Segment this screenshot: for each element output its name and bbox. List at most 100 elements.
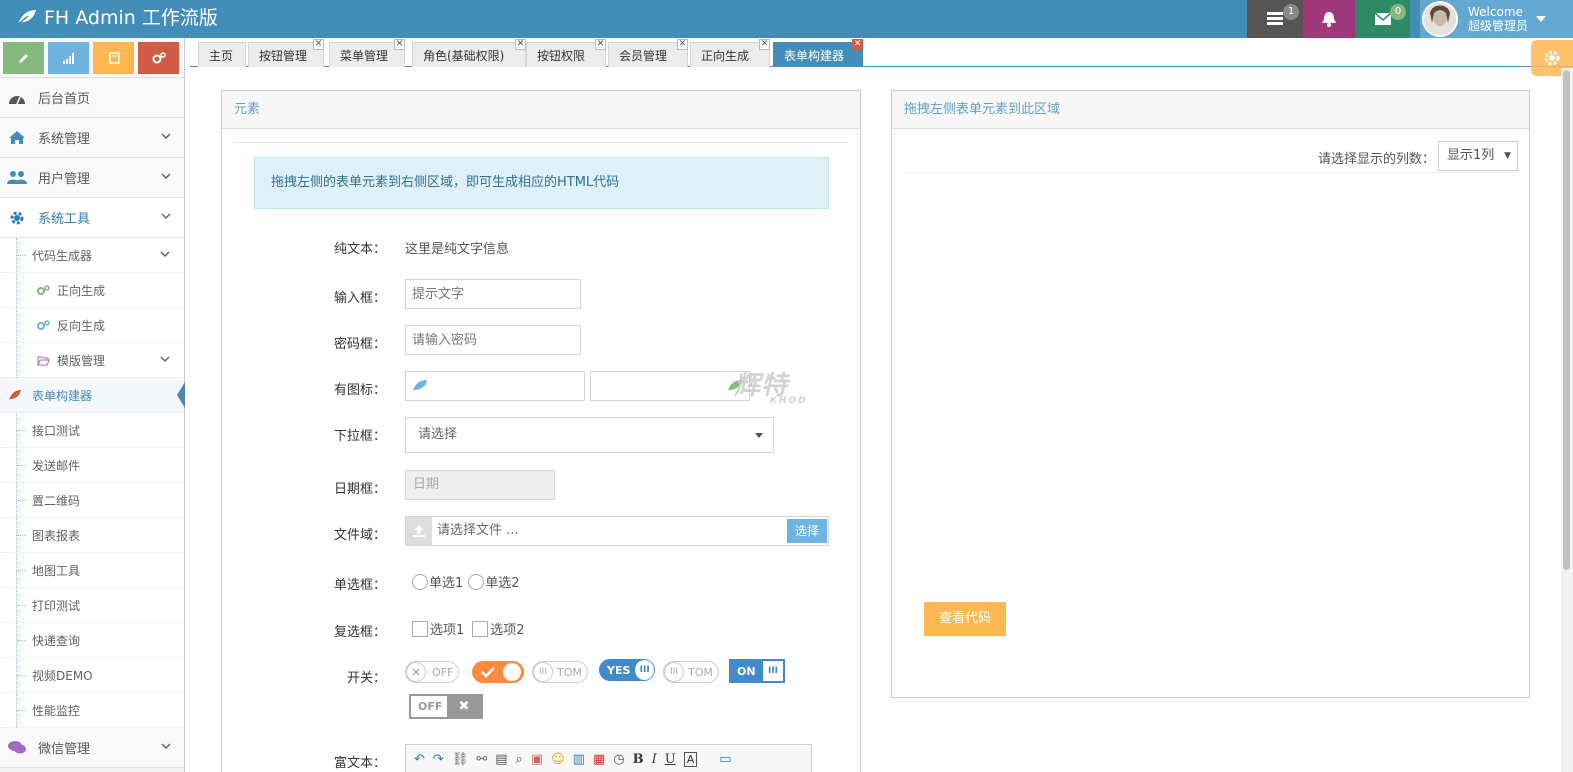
- source-icon[interactable]: ▭: [719, 752, 731, 767]
- sidebar-item-form-builder[interactable]: 表单构建器: [0, 378, 185, 413]
- sidebar-item-print[interactable]: 打印测试: [0, 588, 184, 623]
- sidebar-shortcuts: [0, 38, 184, 78]
- sidebar-item-video[interactable]: 视频DEMO: [0, 658, 184, 693]
- select-dropdown[interactable]: 请选择: [405, 417, 774, 453]
- text-input[interactable]: [405, 279, 581, 309]
- tasks-button[interactable]: 1: [1247, 0, 1303, 38]
- pencil-icon: [18, 52, 30, 64]
- chevron-down-icon: [161, 133, 171, 140]
- close-icon[interactable]: ✕: [515, 39, 526, 50]
- cogs-icon: [152, 52, 166, 64]
- comments-icon: [7, 740, 27, 755]
- calendar-icon[interactable]: ▦: [593, 752, 605, 767]
- radio-option-2[interactable]: [468, 573, 485, 590]
- shortcut-chart-button[interactable]: [48, 42, 89, 74]
- redo-icon[interactable]: ↷: [433, 752, 444, 767]
- film-icon[interactable]: ▥: [573, 752, 585, 767]
- sidebar-item-map[interactable]: 地图工具: [0, 553, 184, 588]
- tab-form-builder[interactable]: 表单构建器 ✕: [773, 39, 863, 67]
- sidebar-item-express[interactable]: 快递查询: [0, 623, 184, 658]
- close-icon[interactable]: ✕: [313, 39, 324, 50]
- close-icon[interactable]: ✕: [677, 39, 688, 50]
- image-icon[interactable]: ▣: [531, 752, 543, 767]
- emoji-icon[interactable]: ☺: [551, 752, 565, 767]
- switch-off-1[interactable]: ✕ OFF: [405, 661, 459, 683]
- sidebar-item-system[interactable]: 系统管理: [0, 118, 184, 158]
- switch-on-check[interactable]: [472, 661, 524, 683]
- switch-off-square[interactable]: OFF ✖: [409, 694, 483, 719]
- switch-off-2[interactable]: III TOM: [532, 661, 588, 683]
- switch-text: ON: [737, 664, 756, 678]
- unlink-icon[interactable]: ⚯: [476, 752, 487, 767]
- sidebar-item-codegen[interactable]: 代码生成器: [0, 238, 184, 273]
- switch-yes[interactable]: YES III: [599, 659, 655, 681]
- messages-button[interactable]: 0: [1355, 0, 1410, 38]
- columns-label: 请选择显示的列数：: [1318, 152, 1436, 167]
- italic-icon[interactable]: I: [652, 752, 657, 767]
- close-icon[interactable]: ✕: [394, 39, 405, 50]
- checkbox-option-1[interactable]: [412, 620, 428, 637]
- bold-icon[interactable]: B: [633, 752, 644, 767]
- tab-button-perm[interactable]: 按钮权限 ✕: [526, 39, 606, 67]
- tab-menu-mgmt[interactable]: 菜单管理 ✕: [329, 39, 405, 67]
- tab-members[interactable]: 会员管理 ✕: [608, 39, 688, 67]
- app-title: FH Admin 工作流版: [44, 7, 218, 29]
- icon-input-right[interactable]: [590, 371, 750, 401]
- font-color-icon[interactable]: A: [683, 751, 698, 767]
- date-input[interactable]: 日期: [405, 470, 555, 500]
- sidebar-item-wechat[interactable]: 微信管理: [0, 728, 184, 768]
- tab-home[interactable]: 主页: [198, 42, 246, 67]
- password-input[interactable]: [405, 325, 581, 355]
- radio-option-1[interactable]: [412, 573, 428, 590]
- sidebar-item-forward-gen[interactable]: 正向生成: [0, 273, 184, 308]
- close-icon[interactable]: ✕: [852, 39, 863, 50]
- tab-label: 正向生成: [701, 48, 750, 63]
- link-icon[interactable]: ⛓: [452, 752, 469, 767]
- sidebar-item-perf[interactable]: 性能监控: [0, 693, 184, 728]
- undo-icon[interactable]: ↶: [414, 752, 425, 767]
- tab-forward-gen[interactable]: 正向生成 ✕: [690, 39, 770, 67]
- columns-select[interactable]: 显示1列 ▼: [1438, 141, 1518, 171]
- sidebar-item-home[interactable]: 后台首页: [0, 78, 184, 118]
- print-icon[interactable]: ▤: [495, 752, 507, 767]
- sidebar-item-reverse-gen[interactable]: 反向生成: [0, 308, 184, 343]
- user-welcome: Welcome: [1468, 5, 1523, 19]
- brand[interactable]: FH Admin 工作流版: [16, 3, 218, 30]
- switch-text: TOM: [688, 665, 713, 679]
- clock-icon[interactable]: ◷: [613, 752, 624, 767]
- file-input[interactable]: 请选择文件 ... 选择: [405, 516, 829, 546]
- shortcut-edit-button[interactable]: [3, 42, 44, 74]
- sidebar-item-users[interactable]: 用户管理: [0, 158, 184, 198]
- sidebar-item-qrcode[interactable]: 置二维码: [0, 483, 184, 518]
- scrollbar-thumb[interactable]: [1563, 70, 1570, 570]
- sidebar-item-label: 系统管理: [38, 132, 91, 147]
- plain-text-label: 纯文本：: [333, 242, 386, 257]
- file-choose-button[interactable]: 选择: [787, 519, 827, 543]
- book-icon: [108, 52, 120, 64]
- preview-icon[interactable]: ⌕: [516, 752, 523, 767]
- sidebar-item-charts[interactable]: 图表报表: [0, 518, 184, 553]
- sidebar-item-templates[interactable]: 模版管理: [0, 343, 184, 378]
- icon-input-left[interactable]: [405, 371, 585, 401]
- check-icon: [481, 666, 495, 678]
- underline-icon[interactable]: U: [665, 752, 676, 767]
- tab-button-mgmt[interactable]: 按钮管理 ✕: [248, 39, 324, 67]
- plain-text-value: 这里是纯文字信息: [405, 242, 510, 257]
- shortcut-settings-button[interactable]: [138, 42, 179, 74]
- tab-roles[interactable]: 角色(基础权限) ✕: [412, 39, 526, 67]
- view-code-button[interactable]: 查看代码: [924, 602, 1006, 636]
- sidebar-item-api-test[interactable]: 接口测试: [0, 413, 184, 448]
- switch-text: YES: [607, 663, 631, 677]
- switch-on-square[interactable]: ON III: [729, 659, 785, 683]
- close-icon[interactable]: ✕: [759, 39, 770, 50]
- icon-input-label: 有图标：: [333, 383, 386, 398]
- close-icon[interactable]: ✕: [595, 39, 606, 50]
- checkbox-option-2[interactable]: [472, 620, 489, 637]
- sidebar-item-tools[interactable]: 系统工具: [0, 198, 184, 238]
- user-menu[interactable]: Welcome 超级管理员: [1420, 0, 1573, 38]
- notifications-button[interactable]: [1303, 0, 1355, 38]
- leaf-icon: [8, 389, 22, 401]
- switch-off-3[interactable]: III TOM: [663, 661, 719, 683]
- shortcut-book-button[interactable]: [93, 42, 134, 74]
- sidebar-item-send-mail[interactable]: 发送邮件: [0, 448, 184, 483]
